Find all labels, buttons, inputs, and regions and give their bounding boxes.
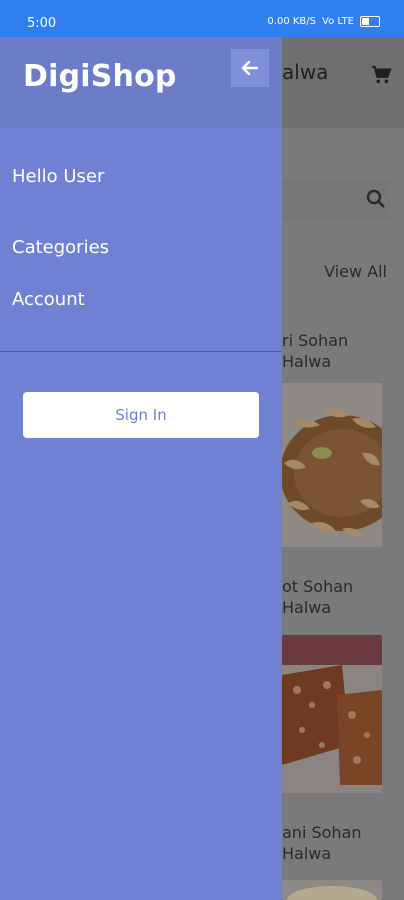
view-all-link[interactable]: View All <box>324 262 387 281</box>
arrow-left-icon <box>241 60 259 76</box>
product-title[interactable]: ani Sohan Halwa <box>282 822 362 864</box>
status-bar: 5:00 0.00 KB/S Vo LTE <box>0 0 404 37</box>
drawer-header: DigiShop <box>0 37 282 128</box>
close-drawer-button[interactable] <box>231 49 269 87</box>
sign-in-button[interactable]: Sign In <box>23 392 259 438</box>
signal-indicator: Vo LTE <box>322 16 354 27</box>
menu-item-account[interactable]: Account <box>12 289 85 310</box>
product-title[interactable]: ri Sohan Halwa <box>282 330 348 372</box>
battery-icon <box>360 16 380 27</box>
navigation-drawer: DigiShop Hello User Categories Account S… <box>0 37 282 900</box>
product-image[interactable] <box>282 383 382 547</box>
app-name: DigiShop <box>23 59 177 94</box>
product-title[interactable]: ot Sohan Halwa <box>282 576 353 618</box>
menu-item-categories[interactable]: Categories <box>12 237 109 258</box>
search-icon[interactable] <box>366 189 386 209</box>
drawer-divider <box>0 351 282 352</box>
status-icons: 0.00 KB/S Vo LTE <box>267 16 380 27</box>
product-image[interactable] <box>282 880 382 900</box>
status-time: 5:00 <box>27 16 57 31</box>
network-speed: 0.00 KB/S <box>267 16 317 27</box>
product-image[interactable] <box>282 635 382 793</box>
cart-icon[interactable] <box>370 65 392 85</box>
header-title: alwa <box>282 60 329 84</box>
greeting-text: Hello User <box>12 166 105 187</box>
